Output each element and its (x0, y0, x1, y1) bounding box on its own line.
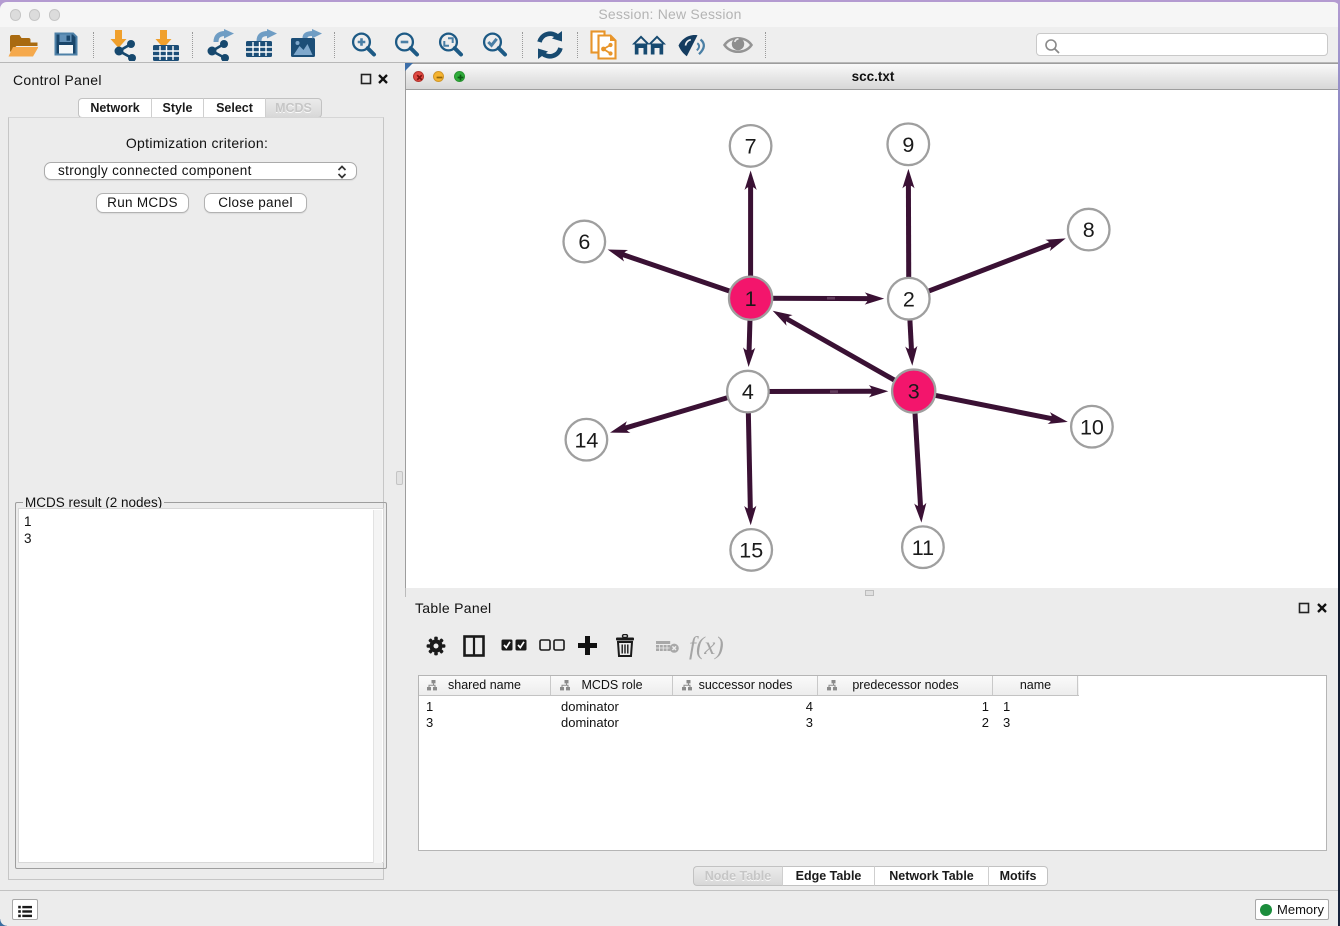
svg-text:4: 4 (742, 380, 754, 404)
svg-text:10: 10 (1080, 415, 1104, 439)
svg-text:14: 14 (574, 428, 598, 452)
svg-text:3: 3 (908, 380, 920, 404)
svg-text:15: 15 (739, 539, 763, 563)
svg-text:1: 1 (745, 287, 757, 311)
svg-text:11: 11 (912, 536, 934, 560)
svg-text:8: 8 (1083, 218, 1095, 242)
svg-text:6: 6 (578, 230, 590, 254)
svg-text:2: 2 (903, 287, 915, 311)
svg-text:7: 7 (745, 135, 757, 159)
svg-text:9: 9 (902, 133, 914, 157)
